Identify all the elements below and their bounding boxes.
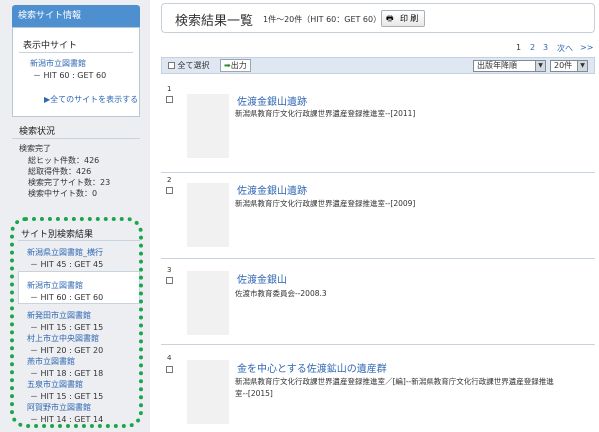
result-title-link[interactable]: 金を中心とする佐渡鉱山の遺産群: [237, 360, 387, 375]
chevron-down-icon: ▼: [535, 61, 545, 71]
chevron-down-icon: ▼: [577, 61, 587, 71]
results-toolbar: 全て選択 ➡出力 出版年降順 ▼ 20件 ▼: [161, 57, 595, 74]
completed-sites: 検索完了サイト数：23: [28, 178, 111, 187]
search-status-divider: [12, 138, 140, 139]
last-page-link[interactable]: >>: [580, 43, 593, 52]
next-page-link[interactable]: 次へ: [557, 43, 573, 54]
total-get: 総取得件数：426: [28, 167, 92, 176]
result-divider: [161, 258, 595, 259]
output-icon: ➡: [224, 61, 231, 70]
result-meta: 新潟県教育庁文化行政課世界遺産登録推進室--[2009]: [235, 199, 416, 208]
select-all-control[interactable]: 全て選択: [168, 60, 210, 71]
current-site-link[interactable]: 新潟市立図書館: [30, 58, 86, 69]
site-results-highlight: [10, 217, 143, 428]
current-site-hits: － HIT 60 : GET 60: [33, 71, 107, 80]
result-number: 2: [167, 176, 172, 184]
search-status-title: 検索状況: [19, 127, 56, 137]
sidebar-header: 検索サイト情報: [12, 5, 140, 27]
thumbnail-placeholder: [187, 94, 229, 158]
result-divider: [161, 344, 595, 345]
output-button[interactable]: ➡出力: [220, 59, 251, 72]
result-item: 4 金を中心とする佐渡鉱山の遺産群 新潟県教育庁文化行政課世界遺産登録推進室／[…: [161, 352, 595, 432]
result-checkbox[interactable]: [166, 96, 173, 103]
result-count: 1件～20件（HIT 60：GET 60）: [263, 15, 382, 24]
result-checkbox[interactable]: [166, 277, 173, 284]
result-checkbox[interactable]: [166, 366, 173, 373]
result-number: 1: [167, 85, 172, 93]
result-meta: 新潟県教育庁文化行政課世界遺産登録推進室／[編]--新潟県教育庁文化行政課世界遺…: [235, 377, 554, 386]
per-page-value: 20件: [554, 61, 573, 70]
output-label: 出力: [230, 61, 247, 70]
per-page-select[interactable]: 20件 ▼: [550, 60, 588, 72]
searching-sites: 検索中サイト数：0: [28, 189, 98, 198]
result-title-link[interactable]: 佐渡金銀山遺跡: [237, 93, 307, 108]
select-all-checkbox[interactable]: [168, 62, 175, 69]
sort-value: 出版年降順: [477, 61, 517, 70]
printer-icon: 🖶: [386, 14, 394, 23]
sort-select[interactable]: 出版年降順 ▼: [473, 60, 546, 72]
page-link[interactable]: 2: [530, 43, 535, 52]
result-meta-continued: 室--[2015]: [235, 389, 273, 398]
result-item: 3 佐渡金銀山 佐渡市教育委員会--2008.3: [161, 264, 595, 344]
total-hits: 総ヒット件数：426: [28, 156, 100, 165]
result-divider: [161, 172, 595, 173]
result-item: 2 佐渡金銀山遺跡 新潟県教育庁文化行政課世界遺産登録推進室--[2009]: [161, 174, 595, 260]
result-title-link[interactable]: 佐渡金銀山: [237, 271, 287, 286]
current-site-box: 表示中サイト 新潟市立図書館 － HIT 60 : GET 60 ▶全てのサイト…: [12, 27, 140, 117]
search-status-state: 検索完了: [19, 144, 51, 153]
page-link[interactable]: 3: [543, 43, 548, 52]
thumbnail-placeholder: [187, 360, 229, 424]
result-number: 4: [167, 354, 172, 362]
select-all-label: 全て選択: [177, 61, 210, 70]
page-title: 検索結果一覧: [175, 14, 254, 29]
result-number: 3: [167, 266, 172, 274]
current-site-title: 表示中サイト: [23, 41, 78, 51]
print-label: 印 刷: [400, 14, 419, 23]
result-title-link[interactable]: 佐渡金銀山遺跡: [237, 182, 307, 197]
page-current[interactable]: 1: [516, 43, 521, 52]
thumbnail-placeholder: [187, 271, 229, 335]
search-site-sidebar: 検索サイト情報 表示中サイト 新潟市立図書館 － HIT 60 : GET 60…: [0, 0, 150, 432]
result-meta: 佐渡市教育委員会--2008.3: [235, 289, 327, 298]
result-checkbox[interactable]: [166, 187, 173, 194]
result-meta: 新潟県教育庁文化行政課世界遺産登録推進室--[2011]: [235, 109, 416, 118]
print-button[interactable]: 🖶 印 刷: [381, 10, 425, 27]
result-item: 1 佐渡金銀山遺跡 新潟県教育庁文化行政課世界遺産登録推進室--[2011]: [161, 83, 595, 169]
current-site-divider: [19, 52, 133, 53]
thumbnail-placeholder: [187, 183, 229, 247]
show-all-sites-link[interactable]: ▶全てのサイトを表示する: [44, 94, 138, 105]
results-header: 検索結果一覧 1件～20件（HIT 60：GET 60） 🖶 印 刷: [161, 3, 595, 33]
